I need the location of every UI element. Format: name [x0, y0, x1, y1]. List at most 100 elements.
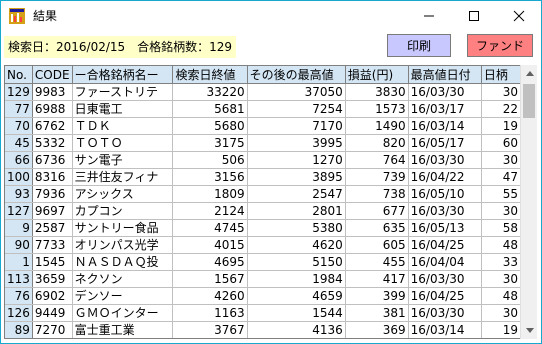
table-row[interactable]: 113 3659 ネクソン 1567 1984 417 16/03/30 30 [5, 270, 521, 288]
profit-cell: 764 [345, 151, 409, 169]
row-number-cell: 89 [5, 321, 33, 338]
days-cell: 19 [481, 321, 521, 338]
max-date-cell: 16/03/30 [408, 304, 482, 322]
max-price-cell: 7254 [247, 100, 346, 118]
row-number-cell: 66 [5, 151, 33, 169]
result-window: 結果 検索日：2016/02/15 合格銘柄数：129 印刷 ファンド No. C… [0, 0, 542, 344]
stock-code-cell: 6988 [32, 100, 73, 118]
row-number-cell: 76 [5, 287, 33, 305]
row-number-cell: 45 [5, 134, 33, 152]
stock-name-cell: 富士重工業 [72, 321, 174, 338]
stock-code-cell: 1545 [32, 253, 73, 271]
table-row[interactable]: 127 9697 カプコン 2124 2801 677 16/03/30 30 [5, 202, 521, 220]
fund-button[interactable]: ファンド [467, 34, 533, 57]
stock-code-cell: 5332 [32, 134, 73, 152]
scroll-thumb[interactable] [523, 84, 535, 118]
minimize-icon [423, 15, 434, 17]
table-row[interactable]: 70 6762 ＴＤＫ 5680 7170 1490 16/03/14 19 [5, 117, 521, 135]
days-cell: 30 [481, 151, 521, 169]
table-body: 129 9983 ファーストリテ 33220 37050 3830 16/03/30 30 77… [5, 83, 521, 338]
search-close-cell: 5680 [172, 117, 248, 135]
search-close-cell: 3156 [172, 168, 248, 186]
row-number-cell: 93 [5, 185, 33, 203]
print-button[interactable]: 印刷 [387, 34, 451, 57]
row-number-cell: 1 [5, 253, 33, 271]
table-row[interactable]: 76 6902 デンソー 4260 4659 399 16/04/25 48 [5, 287, 521, 305]
column-header-search-close[interactable]: 検索日終値 [172, 66, 248, 84]
days-cell: 60 [481, 134, 521, 152]
column-header-code[interactable]: CODE [32, 66, 73, 84]
profit-cell: 369 [345, 321, 409, 338]
row-number-cell: 90 [5, 236, 33, 254]
close-button[interactable] [496, 1, 541, 31]
vertical-scrollbar[interactable] [520, 65, 537, 339]
days-cell: 22 [481, 100, 521, 118]
maximize-button[interactable] [451, 1, 496, 31]
scroll-down-button[interactable] [521, 322, 538, 339]
table-row[interactable]: 126 9449 ＧＭＯインター 1163 1544 381 16/03/30 30 [5, 304, 521, 322]
search-close-cell: 1809 [172, 185, 248, 203]
stock-name-cell: サントリー食品 [72, 219, 174, 237]
profit-cell: 739 [345, 168, 409, 186]
stock-code-cell: 9983 [32, 83, 73, 101]
table-row[interactable]: 9 2587 サントリー食品 4745 5380 635 16/05/13 58 [5, 219, 521, 237]
stock-name-cell: ＴＯＴＯ [72, 134, 174, 152]
table-row[interactable]: 1 1545 ＮＡＳＤＡＱ投 4695 5150 455 16/04/04 33 [5, 253, 521, 271]
max-price-cell: 3895 [247, 168, 346, 186]
table-row[interactable]: 93 7936 アシックス 1809 2547 738 16/05/10 55 [5, 185, 521, 203]
table-row[interactable]: 77 6988 日東電工 5681 7254 1573 16/03/17 22 [5, 100, 521, 118]
max-price-cell: 5150 [247, 253, 346, 271]
max-price-cell: 37050 [247, 83, 346, 101]
row-number-cell: 77 [5, 100, 33, 118]
table-row[interactable]: 66 6736 サン電子 506 1270 764 16/03/30 30 [5, 151, 521, 169]
max-price-cell: 4136 [247, 321, 346, 338]
profit-cell: 1573 [345, 100, 409, 118]
minimize-button[interactable] [406, 1, 451, 31]
column-header-name[interactable]: ー合格銘柄名ー [72, 66, 174, 84]
stock-name-cell: 三井住友フィナ [72, 168, 174, 186]
column-header-max-date[interactable]: 最高値日付 [408, 66, 482, 84]
days-cell: 48 [481, 236, 521, 254]
days-cell: 33 [481, 253, 521, 271]
title-bar[interactable]: 結果 [1, 1, 541, 31]
stock-code-cell: 7936 [32, 185, 73, 203]
arrow-down-icon [525, 328, 534, 333]
profit-cell: 1490 [345, 117, 409, 135]
column-header-no[interactable]: No. [5, 66, 33, 84]
row-number-cell: 113 [5, 270, 33, 288]
stock-name-cell: サン電子 [72, 151, 174, 169]
search-summary-label: 検索日：2016/02/15 合格銘柄数：129 [4, 36, 237, 58]
stock-name-cell: アシックス [72, 185, 174, 203]
column-header-profit[interactable]: 損益(円) [345, 66, 409, 84]
table-row[interactable]: 129 9983 ファーストリテ 33220 37050 3830 16/03/30 30 [5, 83, 521, 101]
max-price-cell: 2801 [247, 202, 346, 220]
max-date-cell: 16/03/14 [408, 321, 482, 338]
column-header-days[interactable]: 日柄 [481, 66, 521, 84]
profit-cell: 635 [345, 219, 409, 237]
table-row[interactable]: 45 5332 ＴＯＴＯ 3175 3995 820 16/05/17 60 [5, 134, 521, 152]
scroll-up-button[interactable] [521, 65, 538, 82]
stock-name-cell: 日東電工 [72, 100, 174, 118]
table-row[interactable]: 90 7733 オリンパス光学 4015 4620 605 16/04/25 48 [5, 236, 521, 254]
stock-code-cell: 6736 [32, 151, 73, 169]
row-number-cell: 100 [5, 168, 33, 186]
row-number-cell: 127 [5, 202, 33, 220]
max-price-cell: 2547 [247, 185, 346, 203]
table-row[interactable]: 89 7270 富士重工業 3767 4136 369 16/03/14 19 [5, 321, 521, 338]
stock-code-cell: 9449 [32, 304, 73, 322]
days-cell: 47 [481, 168, 521, 186]
table-row[interactable]: 100 8316 三井住友フィナ 3156 3895 739 16/04/22 47 [5, 168, 521, 186]
search-close-cell: 4745 [172, 219, 248, 237]
stock-code-cell: 8316 [32, 168, 73, 186]
max-date-cell: 16/05/13 [408, 219, 482, 237]
profit-cell: 605 [345, 236, 409, 254]
row-number-cell: 126 [5, 304, 33, 322]
column-header-max-price[interactable]: その後の最高値 [247, 66, 346, 84]
search-close-cell: 33220 [172, 83, 248, 101]
row-number-cell: 9 [5, 219, 33, 237]
max-price-cell: 3995 [247, 134, 346, 152]
results-grid[interactable]: No. CODE ー合格銘柄名ー 検索日終値 その後の最高値 損益(円) 最高値日付 日柄 1… [4, 65, 522, 339]
stock-code-cell: 2587 [32, 219, 73, 237]
stock-name-cell: ＴＤＫ [72, 117, 174, 135]
max-date-cell: 16/03/14 [408, 117, 482, 135]
